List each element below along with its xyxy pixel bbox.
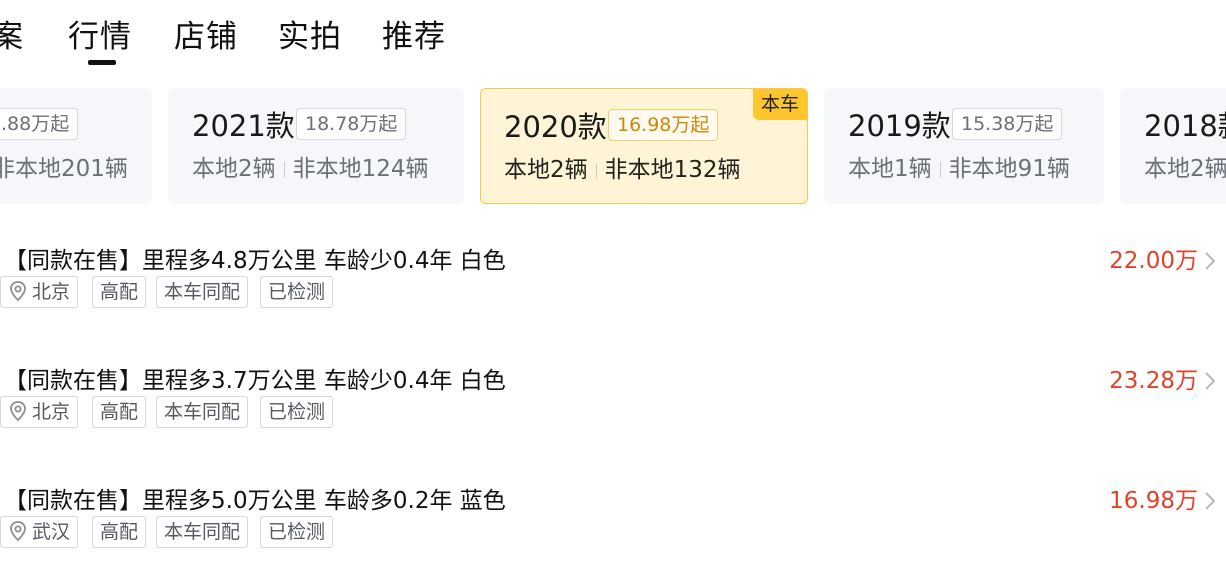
feature-tag: 本车同配 <box>156 276 249 308</box>
year-card-counts: 本地2辆 非本地124辆 <box>192 152 429 186</box>
local-count: 本地2辆 <box>504 157 588 183</box>
feature-tag: 本车同配 <box>156 396 249 428</box>
listing-title: 【同款在售】里程多3.7万公里 车龄少0.4年 白色 <box>4 368 506 394</box>
year-card-price: .88万起 <box>0 108 79 140</box>
listing-price: 16.98万 <box>1109 488 1198 514</box>
nonlocal-count: 非本地91辆 <box>948 156 1070 182</box>
year-card-2018[interactable]: 2018款 本地2辆 <box>1120 88 1226 204</box>
tab-archive[interactable]: 案 <box>0 14 24 60</box>
year-card-price: 16.98万起 <box>608 109 719 141</box>
listing-price: 23.28万 <box>1109 368 1198 394</box>
feature-tag: 已检测 <box>260 276 334 308</box>
divider <box>283 161 285 178</box>
year-card-counts: 本地1辆 非本地91辆 <box>848 152 1070 186</box>
listing-title: 【同款在售】里程多5.0万公里 车龄多0.2年 蓝色 <box>4 488 506 514</box>
year-card-year: 2020款 <box>504 110 607 144</box>
nonlocal-count: 非本地124辆 <box>292 156 429 182</box>
chevron-right-icon <box>1205 492 1216 510</box>
year-card-2020[interactable]: 2020款 16.98万起 本地2辆 非本地132辆 本车 <box>480 88 808 204</box>
local-count: 本地1辆 <box>848 156 932 182</box>
tab-recommend[interactable]: 推荐 <box>382 14 446 60</box>
listing-item[interactable]: 【同款在售】里程多4.8万公里 车龄少0.4年 白色 22.00万 北京 高配 … <box>0 244 1226 354</box>
location-pin-icon <box>10 281 26 302</box>
location-city: 武汉 <box>32 521 71 543</box>
year-card-year: 2019款 <box>848 109 951 143</box>
year-card-price: 18.78万起 <box>296 108 407 140</box>
tab-photos[interactable]: 实拍 <box>278 14 342 60</box>
tab-store[interactable]: 店铺 <box>174 14 238 60</box>
chevron-right-icon <box>1205 252 1216 270</box>
chevron-right-icon <box>1205 372 1216 390</box>
tab-market[interactable]: 行情 <box>68 14 132 60</box>
feature-tag: 高配 <box>92 516 147 548</box>
listing-item[interactable]: 【同款在售】里程多5.0万公里 车龄多0.2年 蓝色 16.98万 武汉 高配 … <box>0 484 1226 564</box>
tab-bar: 案 行情 店铺 实拍 推荐 <box>0 0 1226 70</box>
location-pin-icon <box>10 521 26 542</box>
listing-price: 22.00万 <box>1109 248 1198 274</box>
feature-tag: 高配 <box>92 396 147 428</box>
location-tag: 北京 <box>0 276 79 308</box>
location-tag: 北京 <box>0 396 79 428</box>
year-card-partial-left[interactable]: .88万起 非本地201辆 <box>0 88 152 204</box>
year-card-price: 15.38万起 <box>952 108 1063 140</box>
local-count: 本地2辆 <box>192 156 276 182</box>
local-count: 本地2辆 <box>1144 156 1226 182</box>
divider <box>939 161 941 178</box>
nonlocal-count: 非本地132辆 <box>604 157 741 183</box>
year-card-2019[interactable]: 2019款 15.38万起 本地1辆 非本地91辆 <box>824 88 1104 204</box>
year-card-strip: .88万起 非本地201辆 2021款 18.78万起 本地2辆 非本地124辆 … <box>0 88 1226 204</box>
location-city: 北京 <box>32 281 71 303</box>
divider <box>595 162 597 179</box>
year-card-year: 2018款 <box>1144 109 1226 143</box>
nonlocal-count: 非本地201辆 <box>0 156 128 182</box>
location-pin-icon <box>10 401 26 422</box>
feature-tag: 本车同配 <box>156 516 249 548</box>
year-card-counts: 本地2辆 非本地132辆 <box>504 153 741 187</box>
year-card-counts: 本地2辆 <box>1144 152 1226 186</box>
active-tab-indicator <box>88 60 116 65</box>
feature-tag: 已检测 <box>260 516 334 548</box>
year-card-2021[interactable]: 2021款 18.78万起 本地2辆 非本地124辆 <box>168 88 464 204</box>
current-car-badge: 本车 <box>752 89 807 120</box>
location-tag: 武汉 <box>0 516 79 548</box>
listing-title: 【同款在售】里程多4.8万公里 车龄少0.4年 白色 <box>4 248 506 274</box>
feature-tag: 已检测 <box>260 396 334 428</box>
listing-item[interactable]: 【同款在售】里程多3.7万公里 车龄少0.4年 白色 23.28万 北京 高配 … <box>0 364 1226 474</box>
year-card-counts: 非本地201辆 <box>0 152 128 186</box>
location-city: 北京 <box>32 401 71 423</box>
year-card-year: 2021款 <box>192 109 295 143</box>
feature-tag: 高配 <box>92 276 147 308</box>
